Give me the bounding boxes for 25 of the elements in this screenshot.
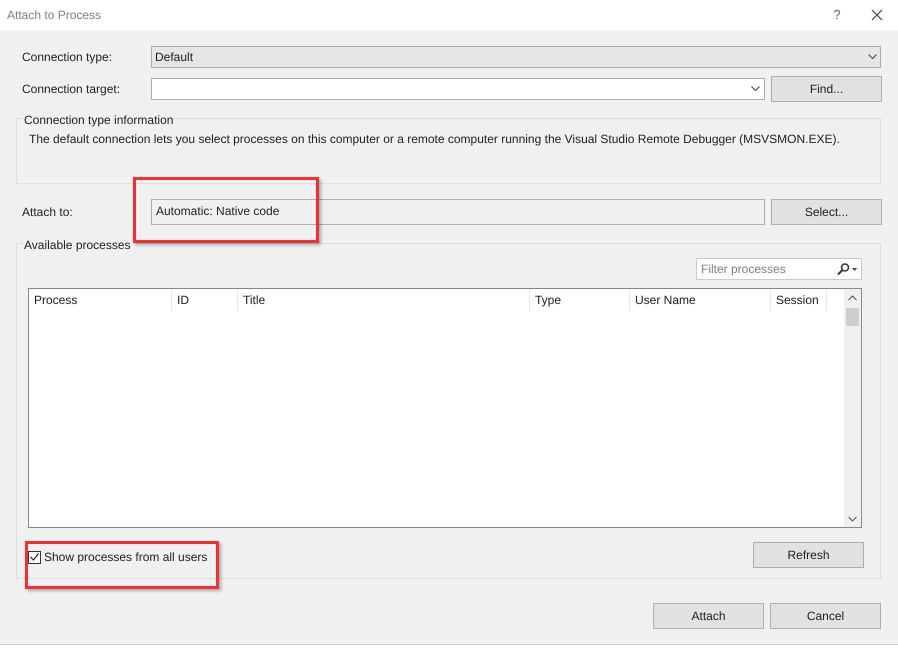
scroll-thumb[interactable] [846,308,859,326]
attach-to-field[interactable]: Automatic: Native code [151,199,765,225]
field-label: Connection target: [22,81,122,98]
check-icon [30,553,39,561]
connection-type-dropdown[interactable]: Default [151,46,881,68]
find-button[interactable]: Find... [771,76,882,102]
window-title: Attach to Process [7,7,102,24]
description-text: The default connection lets you select processes on this computer or a remote computer running the Visual Studio Remote Debugger (MSVSMON.EXE). [29,131,840,148]
help-button[interactable]: ? [825,3,849,27]
scrollbar[interactable] [844,289,861,527]
search-icon [837,263,857,275]
field-label: Attach to: [22,204,74,221]
show-all-users-checkbox[interactable]: Show processes from all users [28,548,208,566]
chevron-icon [868,54,877,60]
connection-target-field[interactable] [151,78,765,100]
refresh-button[interactable]: Refresh [753,542,864,568]
dialog-button[interactable]: Attach [653,603,764,629]
close-icon [871,9,883,21]
filter-field[interactable]: Filter processes [696,258,862,280]
field-label: Connection type: [22,49,114,66]
select-button[interactable]: Select... [771,199,882,225]
scroll-down-icon [848,516,857,522]
scroll-up-icon [848,295,857,301]
dialog-button[interactable]: Cancel [770,603,881,629]
chevron-icon [751,86,760,92]
